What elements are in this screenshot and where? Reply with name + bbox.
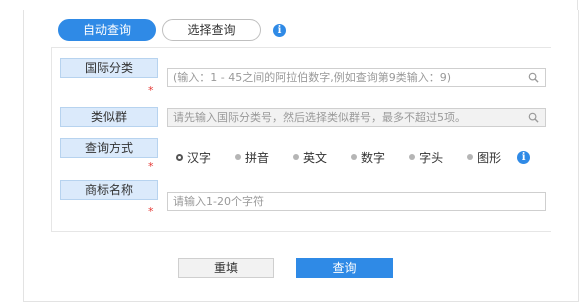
- outer-border-top-right: [577, 0, 578, 10]
- reset-button[interactable]: 重填: [178, 258, 274, 278]
- similar-group-placeholder: 请先输入国际分类号，然后选择类似群号，最多不超过5项。: [173, 111, 466, 124]
- radio-english[interactable]: 英文: [293, 149, 327, 166]
- query-button[interactable]: 查询: [296, 258, 393, 278]
- radio-pinyin[interactable]: 拼音: [235, 149, 269, 166]
- radio-label: 图形: [477, 150, 502, 165]
- required-mark: *: [148, 160, 154, 173]
- required-mark: *: [148, 205, 154, 218]
- intl-class-label: 国际分类: [60, 58, 158, 78]
- radio-dot: [409, 154, 416, 160]
- radio-label: 字头: [419, 150, 444, 165]
- radio-initial[interactable]: 字头: [409, 149, 443, 166]
- radio-dot: [235, 154, 242, 160]
- trademark-name-placeholder: 请输入1-20个字符: [173, 195, 264, 208]
- radio-dot: [467, 154, 474, 160]
- required-mark: *: [148, 84, 154, 97]
- intl-class-placeholder: (输入：1 - 45之间的阿拉伯数字,例如查询第9类输入：9): [173, 71, 452, 84]
- radio-dot: [176, 153, 183, 161]
- search-icon[interactable]: [528, 112, 539, 123]
- radio-label: 拼音: [245, 150, 270, 165]
- tab-select-query[interactable]: 选择查询: [162, 19, 261, 41]
- radio-dot: [351, 154, 358, 160]
- radio-label: 英文: [303, 150, 328, 165]
- radio-label: 汉字: [187, 150, 212, 165]
- radio-graphic[interactable]: 图形: [467, 149, 501, 166]
- info-icon[interactable]: i: [517, 150, 531, 164]
- radio-dot: [293, 154, 300, 160]
- radio-hanzi[interactable]: 汉字: [176, 149, 211, 166]
- similar-group-input: 请先输入国际分类号，然后选择类似群号，最多不超过5项。: [167, 108, 546, 127]
- radio-label: 数字: [361, 150, 386, 165]
- query-tabs: 自动查询 选择查询 i: [58, 19, 286, 41]
- query-method-options: 汉字 拼音 英文 数字 字头 图形 i: [176, 149, 531, 166]
- tab-auto-query[interactable]: 自动查询: [58, 19, 156, 41]
- query-method-label: 查询方式: [60, 138, 158, 158]
- intl-class-input[interactable]: (输入：1 - 45之间的阿拉伯数字,例如查询第9类输入：9): [167, 68, 546, 87]
- search-icon[interactable]: [528, 72, 539, 83]
- similar-group-label: 类似群: [60, 107, 158, 127]
- info-icon[interactable]: i: [273, 23, 286, 37]
- trademark-name-label: 商标名称: [60, 180, 158, 200]
- trademark-name-input[interactable]: 请输入1-20个字符: [167, 192, 546, 211]
- radio-number[interactable]: 数字: [351, 149, 385, 166]
